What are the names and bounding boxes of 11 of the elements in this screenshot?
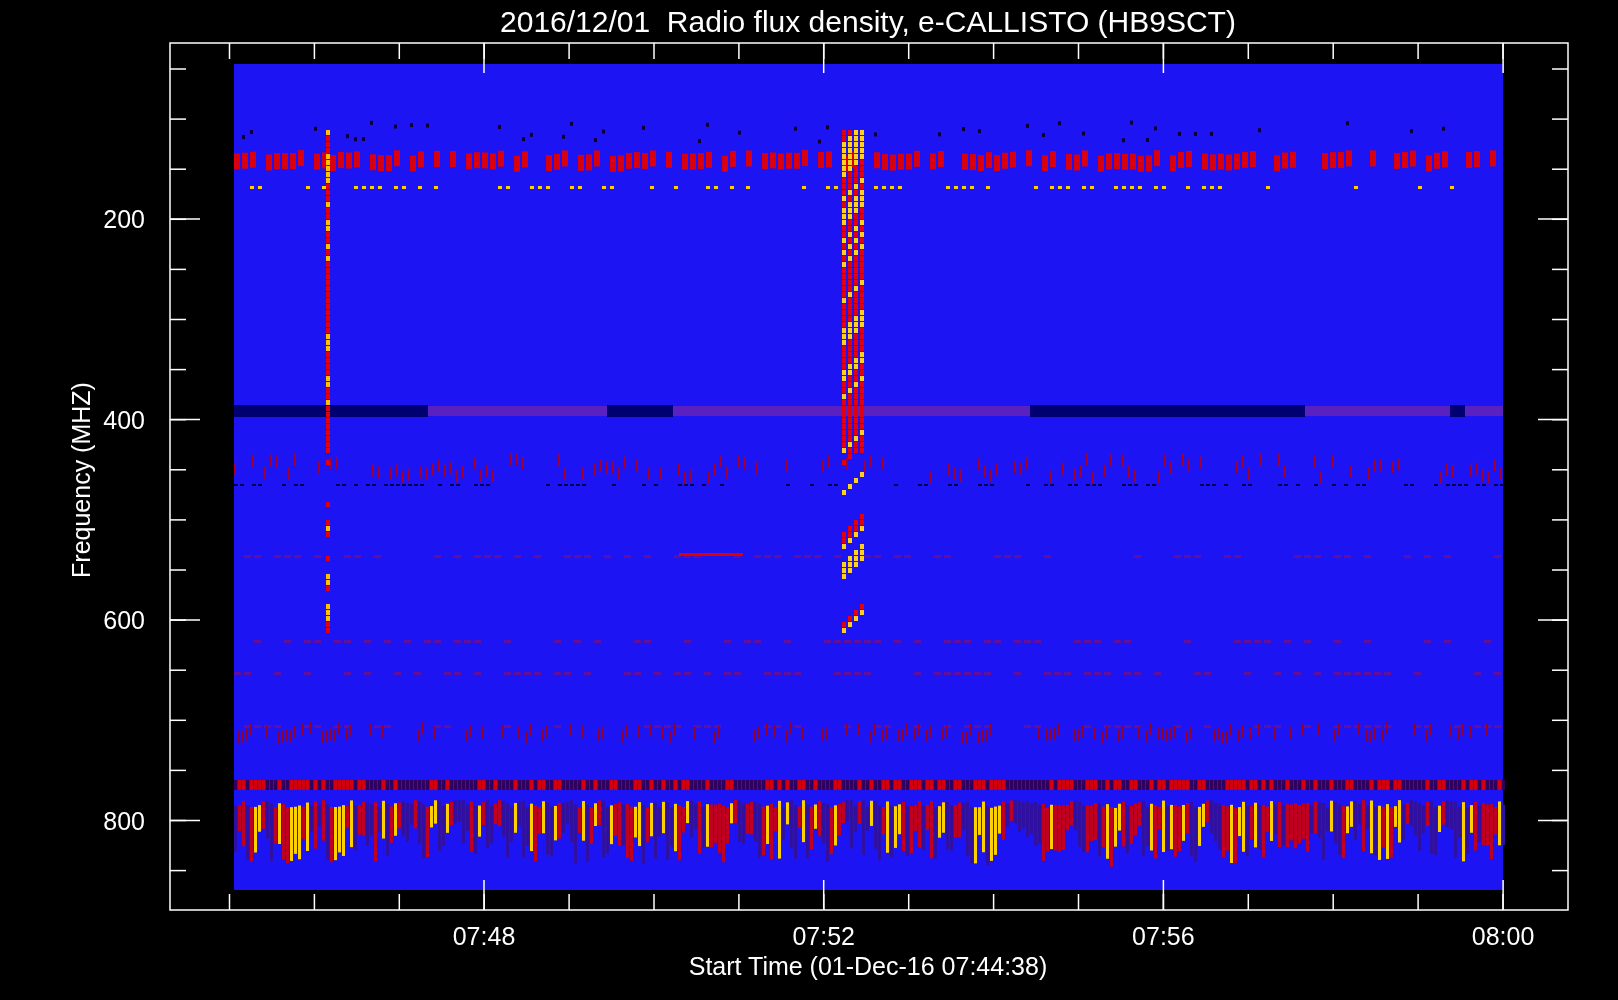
y-tick-label: 600: [103, 606, 145, 634]
x-tick-label: 07:48: [452, 922, 516, 950]
y-tick-label: 200: [103, 205, 145, 233]
y-tick-label: 800: [103, 806, 145, 835]
y-axis-label: Frequency (MHZ): [67, 382, 95, 578]
x-tick-label: 07:52: [792, 922, 855, 950]
x-tick-label: 07:56: [1132, 922, 1195, 950]
y-tick-label: 400: [103, 405, 145, 434]
chart-title: 2016/12/01 Radio flux density, e-CALLISTO (HB9SCT): [500, 5, 1236, 38]
x-tick-label: 08:00: [1471, 922, 1535, 950]
x-axis-label: Start Time (01-Dec-16 07:44:38): [688, 952, 1048, 980]
